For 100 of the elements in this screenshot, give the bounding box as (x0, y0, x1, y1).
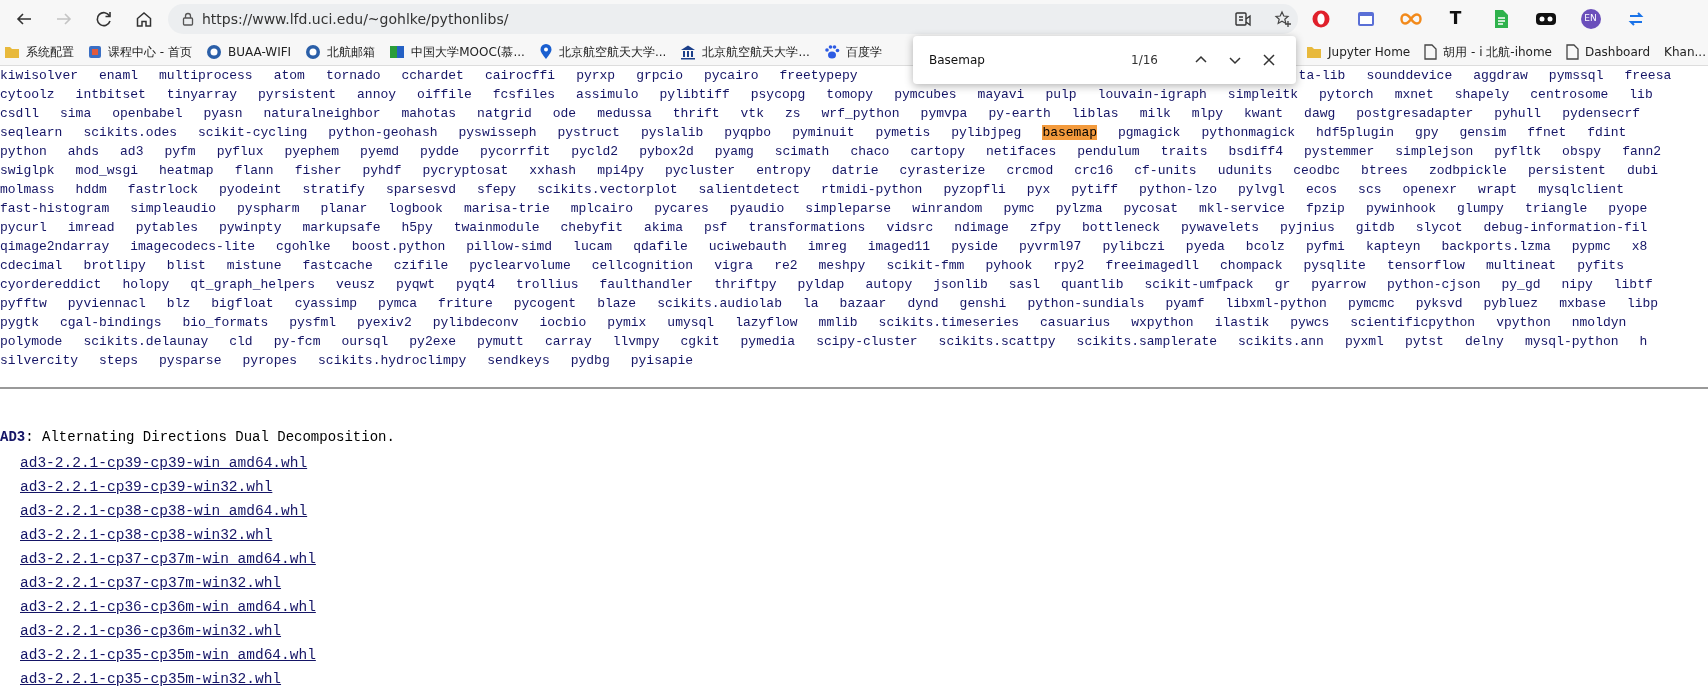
package-link[interactable]: scs (1358, 182, 1382, 197)
package-link[interactable]: pymc (1003, 201, 1035, 216)
package-link[interactable]: mahotas (401, 106, 457, 121)
package-link[interactable]: planar (320, 201, 368, 216)
package-link[interactable]: ndimage (954, 220, 1009, 235)
package-link[interactable]: imagecodecs-lite (130, 239, 256, 254)
close-icon[interactable] (1261, 52, 1277, 68)
package-link[interactable]: pycluster (664, 163, 736, 178)
package-link[interactable]: pyslalib (640, 125, 704, 140)
window-icon[interactable] (1355, 9, 1376, 29)
package-link[interactable]: slycot (1415, 220, 1463, 235)
package-link[interactable]: mayavi (977, 87, 1025, 102)
package-link[interactable]: fpzip (1305, 201, 1345, 216)
package-link[interactable]: mlpy (1191, 106, 1224, 121)
package-link[interactable]: pyvrml97 (1019, 239, 1082, 254)
package-link[interactable]: multiprocess (159, 68, 253, 83)
package-link[interactable]: pydbg (570, 353, 610, 368)
package-link[interactable]: pyhdf (362, 163, 402, 178)
package-link[interactable]: zfpy (1029, 220, 1062, 235)
package-link[interactable]: bcolz (1245, 239, 1285, 254)
package-link[interactable]: brotlipy (83, 258, 146, 273)
package-link[interactable]: medussa (597, 106, 652, 121)
package-link[interactable]: boost.python (351, 239, 446, 254)
home-icon[interactable] (135, 10, 153, 28)
package-link[interactable]: pyjnius (1280, 220, 1335, 235)
package-link[interactable]: pyfftw (0, 296, 47, 311)
package-link[interactable]: wxpython (1131, 315, 1194, 330)
package-link[interactable]: kwant (1244, 106, 1284, 121)
package-link[interactable]: cf-units (1134, 163, 1197, 178)
bookmark[interactable]: 系统配置 (4, 42, 74, 61)
package-link[interactable]: pyodeint (219, 182, 282, 197)
package-link[interactable]: milk (1139, 106, 1171, 121)
package-link[interactable]: mxbase (1559, 296, 1606, 311)
package-link[interactable]: pyeda (1185, 239, 1225, 254)
package-link[interactable]: simpleaudio (130, 201, 217, 216)
package-link[interactable]: scikits.samplerate (1076, 334, 1218, 349)
package-link[interactable]: pycurl (0, 220, 47, 235)
package-link[interactable]: pycares (654, 201, 709, 216)
package-link[interactable]: freetypepy (779, 68, 858, 83)
package-link[interactable]: cyordereddict (0, 277, 102, 292)
bookmark[interactable]: 北航邮箱 (305, 42, 376, 61)
package-link[interactable]: jsonlib (933, 277, 988, 292)
package-link[interactable]: iocbio (539, 315, 587, 330)
package-link[interactable]: thrift (672, 106, 720, 121)
package-link[interactable]: natgrid (477, 106, 532, 121)
package-link[interactable]: simpleparse (805, 201, 892, 216)
package-link[interactable]: traits (1160, 144, 1208, 159)
package-link[interactable]: pyviennacl (67, 296, 146, 311)
package-link[interactable]: bsdiff4 (1228, 144, 1284, 159)
package-link[interactable]: transformations (748, 220, 866, 235)
package-link[interactable]: cchardet (401, 68, 464, 83)
package-link[interactable]: gensim (1459, 125, 1507, 140)
package-link[interactable]: kapteyn (1365, 239, 1421, 254)
package-link[interactable]: vigra (714, 258, 754, 273)
package-link[interactable]: python-geohash (328, 125, 438, 140)
file-link[interactable]: ad3-2.2.1-cp35-cp35m-win_amd64.whl (20, 643, 316, 667)
package-link[interactable]: pytst (1404, 334, 1444, 349)
package-link[interactable]: vidsrc (886, 220, 934, 235)
package-link[interactable]: aggdraw (1473, 68, 1528, 83)
package-link[interactable]: salientdetect (698, 182, 800, 197)
package-link[interactable]: cld (229, 334, 253, 349)
bookmark[interactable]: 北京航空航天大学... (680, 42, 810, 61)
package-link[interactable]: psf (703, 220, 728, 235)
package-link[interactable]: pymca (378, 296, 418, 311)
package-link[interactable]: mxnet (1394, 87, 1434, 102)
package-link[interactable]: nipy (1561, 277, 1593, 292)
package-link[interactable]: cgkit (680, 334, 720, 349)
package-link[interactable]: qimage2ndarray (0, 239, 110, 254)
package-link[interactable]: sima (60, 106, 92, 121)
package-link[interactable]: scikit-cycling (198, 125, 308, 140)
package-link[interactable]: pylibtiff (659, 87, 730, 102)
package-link[interactable]: mkl-service (1199, 201, 1285, 216)
package-link[interactable]: psycopg (750, 87, 806, 102)
package-link[interactable]: pyxml (1344, 334, 1384, 349)
package-link[interactable]: fast-histogram (0, 201, 110, 216)
package-link[interactable]: xxhash (529, 163, 577, 178)
package-link[interactable]: blaze (597, 296, 637, 311)
package-link[interactable]: scipy-cluster (816, 334, 918, 349)
package-link[interactable]: cyrasterize (899, 163, 986, 178)
package-link[interactable]: silvercity (0, 353, 78, 368)
package-link[interactable]: imread (67, 220, 115, 235)
package-link[interactable]: pydensecrf (1562, 106, 1641, 121)
package-link[interactable]: pycryptosat (422, 163, 509, 178)
package-link[interactable]: llvmpy (612, 334, 660, 349)
bookmark[interactable]: BUAA-WIFI (205, 42, 292, 61)
package-link[interactable]: blist (166, 258, 206, 273)
package-link[interactable]: cairocffi (484, 68, 556, 83)
package-link[interactable]: freesa (1624, 68, 1672, 83)
package-link[interactable]: annoy (357, 87, 397, 102)
package-link[interactable]: tensorflow (1386, 258, 1465, 273)
package-link[interactable]: pymssql (1548, 68, 1604, 83)
package-link[interactable]: pywinpty (219, 220, 282, 235)
package-link[interactable]: wrapt (1478, 182, 1518, 197)
package-link[interactable]: delny (1464, 334, 1504, 349)
package-link[interactable]: mmlib (818, 315, 858, 330)
package-link[interactable]: sfepy (477, 182, 517, 197)
package-link[interactable]: python-sundials (1027, 296, 1145, 311)
package-link[interactable]: pysparse (159, 353, 222, 368)
package-link[interactable]: ad3 (120, 144, 144, 159)
package-link[interactable]: pymcmc (1347, 296, 1395, 311)
